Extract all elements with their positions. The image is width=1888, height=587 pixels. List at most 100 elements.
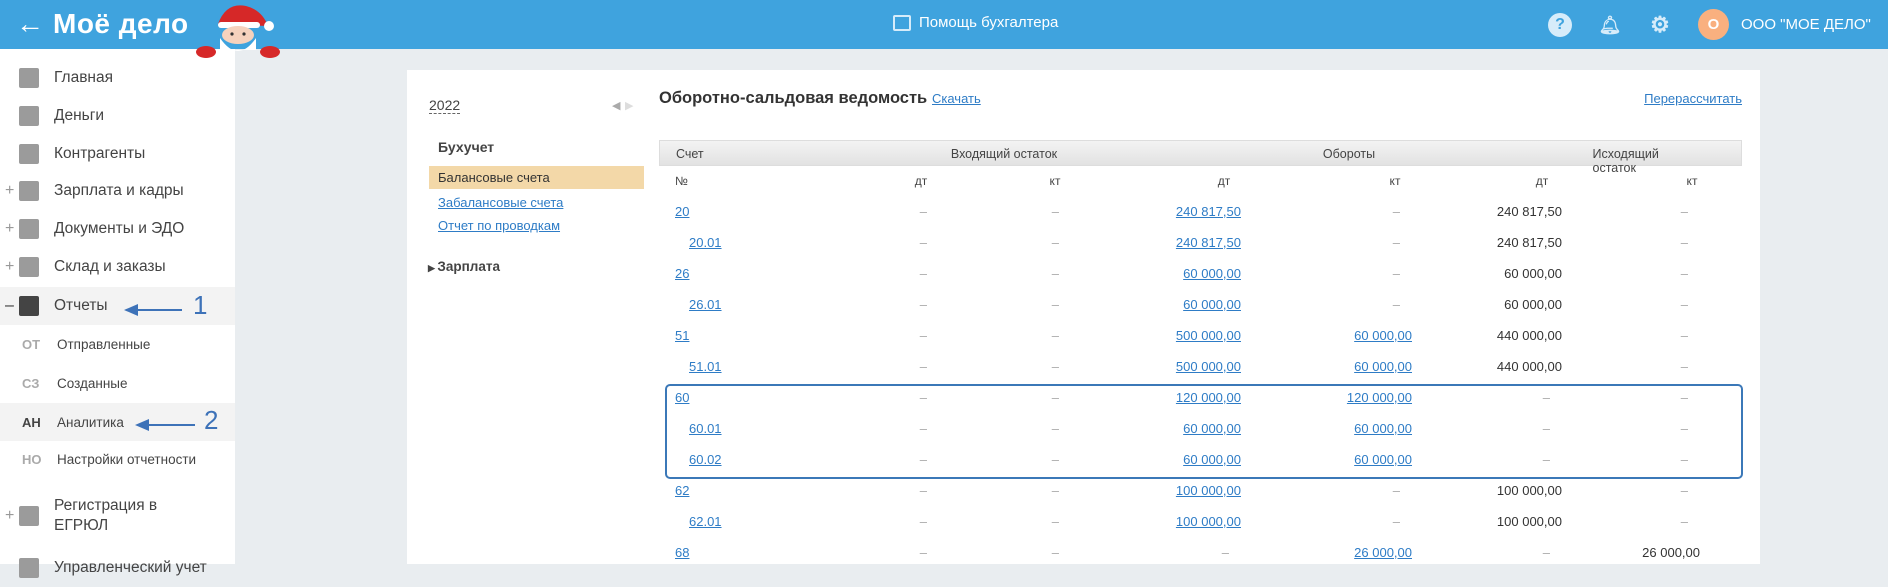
sidebar-subitem-sent[interactable]: ОТ Отправленные bbox=[0, 325, 235, 363]
amount-value[interactable]: 60 000,00 bbox=[1354, 359, 1412, 374]
expand-icon[interactable]: + bbox=[5, 507, 14, 525]
sidebar-item-management[interactable]: Управленческий учет bbox=[0, 549, 235, 587]
section-accounting: Бухучет bbox=[438, 139, 495, 155]
help-icon[interactable]: ? bbox=[1548, 13, 1572, 37]
empty-value: – bbox=[1051, 545, 1059, 560]
col-number: № bbox=[675, 174, 688, 188]
col-kt: кт bbox=[1049, 174, 1061, 188]
empty-value: – bbox=[1051, 235, 1059, 250]
account-link[interactable]: 68 bbox=[675, 545, 689, 560]
account-link[interactable]: 62.01 bbox=[689, 514, 722, 529]
account-link[interactable]: 26.01 bbox=[689, 297, 722, 312]
avatar[interactable]: О bbox=[1698, 9, 1729, 40]
organization-name[interactable]: ООО "МОЕ ДЕЛО" bbox=[1741, 16, 1871, 33]
amount-value: 440 000,00 bbox=[1496, 328, 1562, 343]
col-turnover: Обороты bbox=[1322, 147, 1376, 161]
col-account: Счет bbox=[676, 147, 704, 161]
amount-value[interactable]: 60 000,00 bbox=[1183, 266, 1241, 281]
next-year-icon[interactable]: ▶ bbox=[625, 99, 633, 112]
expand-icon[interactable]: + bbox=[5, 182, 14, 200]
nav-postings-report[interactable]: Отчет по проводкам bbox=[438, 218, 560, 233]
bell-icon[interactable]: 🔔︎ bbox=[1598, 13, 1622, 37]
sidebar-item-money[interactable]: Деньги bbox=[0, 97, 235, 135]
section-salary[interactable]: ▶ Зарплата bbox=[428, 259, 500, 274]
col-dt: дт bbox=[914, 174, 928, 188]
table-row: 20 – – 240 817,50 – 240 817,50 – bbox=[659, 196, 1742, 227]
empty-value: – bbox=[1680, 266, 1688, 281]
table-row: 68 – – – 26 000,00 – 26 000,00 bbox=[659, 537, 1742, 568]
empty-value: – bbox=[1392, 235, 1400, 250]
amount-value[interactable]: 240 817,50 bbox=[1176, 204, 1241, 219]
empty-value: – bbox=[1051, 483, 1059, 498]
annotation-arrow-1 bbox=[124, 296, 182, 316]
amount-value[interactable]: 100 000,00 bbox=[1176, 514, 1241, 529]
cart-icon bbox=[19, 257, 39, 277]
amount-value: 60 000,00 bbox=[1504, 266, 1562, 281]
account-link[interactable]: 51 bbox=[675, 328, 689, 343]
sidebar-subitem-analytics[interactable]: АН Аналитика bbox=[0, 403, 235, 441]
empty-value: – bbox=[1392, 514, 1400, 529]
nav-balance-accounts[interactable]: Балансовые счета bbox=[429, 166, 644, 189]
sidebar-item-documents[interactable]: + Документы и ЭДО bbox=[0, 210, 235, 248]
table-row: 51 – – 500 000,00 60 000,00 440 000,00 – bbox=[659, 320, 1742, 351]
empty-value: – bbox=[1051, 359, 1059, 374]
prev-year-icon[interactable]: ◀ bbox=[612, 99, 620, 112]
sidebar-item-home[interactable]: Главная bbox=[0, 59, 235, 97]
sidebar-subitem-created[interactable]: СЗ Созданные bbox=[0, 364, 235, 402]
back-arrow-icon[interactable]: ← bbox=[16, 10, 44, 38]
empty-value: – bbox=[1680, 328, 1688, 343]
expand-icon[interactable]: + bbox=[5, 220, 14, 238]
empty-value: – bbox=[919, 266, 927, 281]
empty-value: – bbox=[1680, 483, 1688, 498]
amount-value[interactable]: 26 000,00 bbox=[1354, 545, 1412, 560]
accountant-help[interactable]: Помощь бухгалтера bbox=[893, 14, 1058, 31]
home-icon bbox=[19, 68, 39, 88]
empty-value: – bbox=[1392, 483, 1400, 498]
amount-value: 440 000,00 bbox=[1496, 359, 1562, 374]
amount-value[interactable]: 100 000,00 bbox=[1176, 483, 1241, 498]
account-link[interactable]: 20 bbox=[675, 204, 689, 219]
empty-value: – bbox=[1680, 204, 1688, 219]
amount-value[interactable]: 60 000,00 bbox=[1183, 297, 1241, 312]
empty-value: – bbox=[919, 297, 927, 312]
amount-value[interactable]: 500 000,00 bbox=[1176, 328, 1241, 343]
collapse-icon[interactable]: – bbox=[5, 297, 14, 315]
amount-value[interactable]: 500 000,00 bbox=[1176, 359, 1241, 374]
expand-icon[interactable]: + bbox=[5, 258, 14, 276]
nav-offbalance-accounts[interactable]: Забалансовые счета bbox=[438, 195, 563, 210]
page-title: Оборотно-сальдовая ведомость bbox=[659, 89, 928, 107]
account-link[interactable]: 26 bbox=[675, 266, 689, 281]
cash-register-icon bbox=[893, 14, 911, 31]
empty-value: – bbox=[919, 514, 927, 529]
table-subheader: № дт кт дт кт дт кт bbox=[659, 166, 1742, 196]
empty-value: – bbox=[919, 328, 927, 343]
contractor-icon bbox=[19, 144, 39, 164]
recalculate-link[interactable]: Перерассчитать bbox=[1644, 91, 1742, 106]
sidebar-item-salary[interactable]: + Зарплата и кадры bbox=[0, 172, 235, 210]
logo[interactable]: Моё дело bbox=[53, 8, 189, 40]
empty-value: – bbox=[919, 235, 927, 250]
year-selector[interactable]: 2022 bbox=[429, 97, 461, 114]
amount-value[interactable]: 240 817,50 bbox=[1176, 235, 1241, 250]
empty-value: – bbox=[1680, 297, 1688, 312]
table-row: 26.01 – – 60 000,00 – 60 000,00 – bbox=[659, 289, 1742, 320]
table-row: 51.01 – – 500 000,00 60 000,00 440 000,00 – bbox=[659, 351, 1742, 382]
sidebar-item-contractors[interactable]: Контрагенты bbox=[0, 135, 235, 173]
table-group-header: Счет Входящий остаток Обороты Исходящий … bbox=[659, 140, 1742, 175]
amount-value: 26 000,00 bbox=[1642, 545, 1700, 560]
amount-value: 240 817,50 bbox=[1496, 204, 1562, 219]
sidebar-item-warehouse[interactable]: + Склад и заказы bbox=[0, 248, 235, 286]
empty-value: – bbox=[1680, 514, 1688, 529]
empty-value: – bbox=[919, 359, 927, 374]
table-row: 62.01 – – 100 000,00 – 100 000,00 – bbox=[659, 506, 1742, 537]
amount-value[interactable]: 60 000,00 bbox=[1354, 328, 1412, 343]
sidebar-item-egrul[interactable]: + Регистрация в ЕГРЮЛ bbox=[0, 492, 235, 540]
account-link[interactable]: 20.01 bbox=[689, 235, 722, 250]
empty-value: – bbox=[1051, 328, 1059, 343]
download-link[interactable]: Скачать bbox=[932, 91, 981, 106]
sidebar-subitem-report-settings[interactable]: НО Настройки отчетности bbox=[0, 440, 235, 478]
account-link[interactable]: 62 bbox=[675, 483, 689, 498]
gear-icon[interactable]: ⚙ bbox=[1648, 12, 1672, 37]
turnover-balance-table: Счет Входящий остаток Обороты Исходящий … bbox=[659, 140, 1742, 568]
account-link[interactable]: 51.01 bbox=[689, 359, 722, 374]
